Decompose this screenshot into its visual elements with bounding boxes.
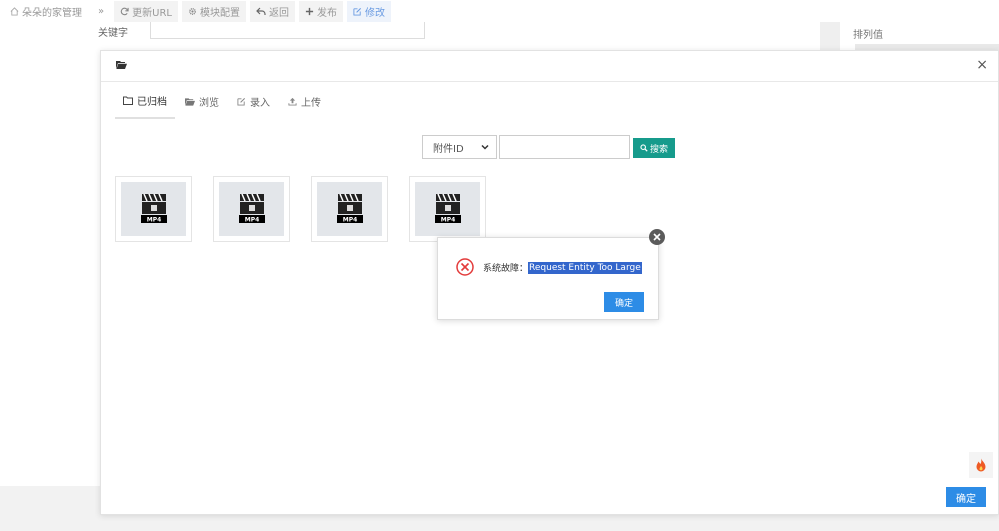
- double-chevron-icon: »: [98, 5, 105, 17]
- tab-archived-label: 已归档: [137, 97, 167, 108]
- tab-browse[interactable]: 浏览: [177, 93, 227, 119]
- close-icon: [653, 233, 661, 241]
- dialog-confirm-button[interactable]: 确定: [946, 487, 986, 507]
- alert-error-text: Request Entity Too Large: [528, 261, 642, 274]
- mp4-badge: MP4: [342, 217, 357, 224]
- error-circle-icon: [456, 258, 474, 276]
- thumbnail-frame: MP4: [121, 182, 186, 236]
- mp4-badge: MP4: [146, 217, 161, 224]
- top-toolbar: 朵朵的家管理 » 更新URL 模块配置 返回 发布 修改: [0, 0, 999, 22]
- keyword-input[interactable]: [150, 22, 425, 39]
- search-field-selected: 附件ID: [433, 143, 464, 155]
- search-input[interactable]: [499, 135, 630, 159]
- background-panel: [820, 22, 840, 52]
- toolbar-collapse-button[interactable]: »: [92, 3, 110, 20]
- upload-icon: [288, 97, 297, 106]
- folder-open-icon: [185, 98, 195, 106]
- attachment-thumbnail[interactable]: MP4: [311, 176, 388, 242]
- error-alert: 系统故障： Request Entity Too Large 确定: [437, 237, 659, 320]
- keyword-label: 关键字: [98, 28, 128, 39]
- edit-label: 修改: [364, 7, 385, 19]
- edit-icon: [353, 7, 362, 16]
- module-config-button[interactable]: 模块配置: [181, 0, 246, 22]
- plus-icon: [305, 7, 314, 15]
- search-button-label: 搜索: [649, 144, 668, 155]
- video-file-icon: MP4: [238, 193, 265, 224]
- edit-button[interactable]: 修改: [346, 0, 391, 22]
- fire-button[interactable]: [969, 452, 993, 478]
- search-field-select[interactable]: 附件ID: [422, 135, 497, 159]
- tab-upload-label: 上传: [301, 98, 321, 109]
- update-url-label: 更新URL: [132, 7, 172, 19]
- folder-outline-icon: [123, 96, 133, 105]
- tab-upload[interactable]: 上传: [280, 93, 329, 119]
- update-url-button[interactable]: 更新URL: [114, 0, 178, 22]
- tab-entry[interactable]: 录入: [229, 93, 278, 119]
- video-file-icon: MP4: [336, 193, 363, 224]
- attachment-thumbnail[interactable]: MP4: [409, 176, 486, 242]
- thumbnail-frame: MP4: [219, 182, 284, 236]
- home-icon: [10, 6, 19, 16]
- thumbnail-frame: MP4: [317, 182, 382, 236]
- reply-icon: [256, 7, 266, 15]
- search-icon: [640, 144, 648, 152]
- sort-value-label: 排列值: [853, 30, 883, 41]
- mp4-badge: MP4: [440, 217, 455, 224]
- video-file-icon: MP4: [434, 193, 461, 224]
- dialog-close-button[interactable]: ×: [976, 58, 988, 72]
- gear-icon: [189, 7, 196, 15]
- attachment-thumbnail[interactable]: MP4: [115, 176, 192, 242]
- toolbar-home-link[interactable]: 朵朵的家管理: [4, 1, 88, 22]
- dialog-header: ×: [101, 51, 998, 82]
- alert-message: 系统故障： Request Entity Too Large: [483, 261, 642, 274]
- publish-label: 发布: [316, 7, 337, 19]
- refresh-icon: [120, 7, 129, 15]
- alert-close-button[interactable]: [649, 229, 665, 245]
- back-label: 返回: [268, 7, 289, 19]
- module-config-label: 模块配置: [199, 7, 240, 19]
- attachment-grid: MP4 MP4 MP4 MP4: [115, 176, 507, 242]
- chevron-down-icon: [481, 144, 489, 150]
- tab-entry-label: 录入: [250, 98, 270, 109]
- tab-browse-label: 浏览: [199, 98, 219, 109]
- mp4-badge: MP4: [244, 217, 259, 224]
- edit-icon: [237, 97, 246, 106]
- attachment-thumbnail[interactable]: MP4: [213, 176, 290, 242]
- folder-open-icon: [116, 61, 127, 69]
- tab-archived[interactable]: 已归档: [115, 93, 175, 119]
- publish-button[interactable]: 发布: [298, 0, 343, 22]
- fire-icon: [976, 458, 986, 472]
- thumbnail-frame: MP4: [415, 182, 480, 236]
- alert-ok-button[interactable]: 确定: [604, 292, 644, 312]
- video-file-icon: MP4: [140, 193, 167, 224]
- dialog-tabs: 已归档 浏览 录入 上传: [115, 93, 331, 119]
- back-button[interactable]: 返回: [249, 0, 295, 22]
- alert-prefix: 系统故障：: [483, 264, 529, 274]
- search-button[interactable]: 搜索: [633, 138, 675, 158]
- toolbar-home-label: 朵朵的家管理: [22, 7, 82, 19]
